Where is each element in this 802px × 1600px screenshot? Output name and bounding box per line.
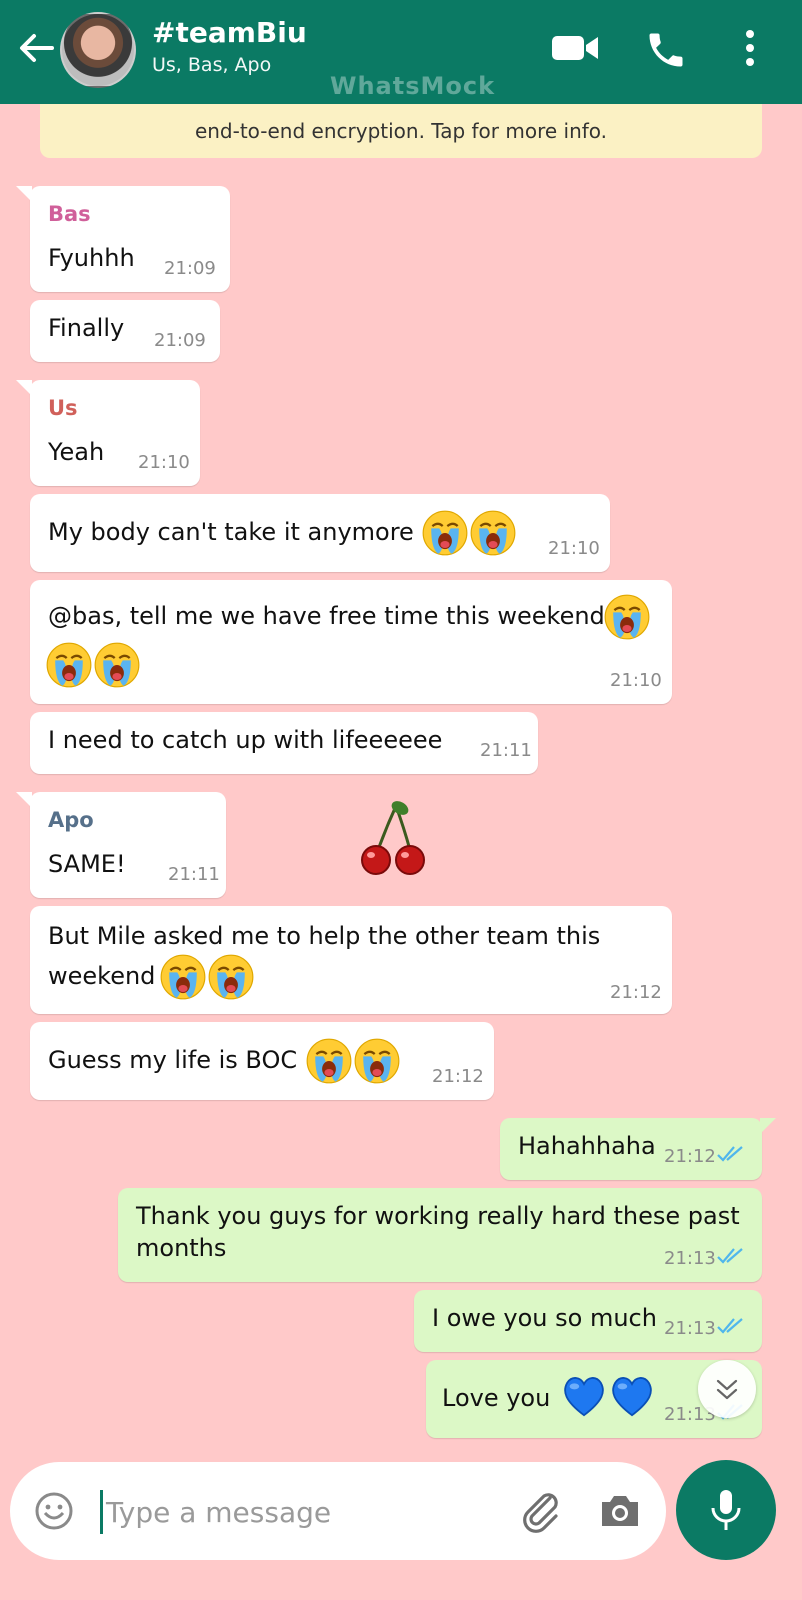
sender-name: Apo [48,808,94,832]
blue-heart-icon [564,1377,604,1417]
message-time: 21:11 [480,740,532,761]
camera-icon[interactable] [598,1492,642,1530]
message-text: Yeah [48,438,105,466]
message-bubble[interactable]: Guess my life is BOC 21:12 [30,1022,494,1100]
read-ticks-icon [717,1318,743,1334]
double-chevron-down-icon [716,1379,738,1400]
chat-header: #teamBiu Us, Bas, Apo WhatsMock [0,0,802,104]
message-bubble[interactable]: Bas Fyuhhh 21:09 [16,186,230,292]
message-text: @bas, tell me we have free time this wee… [48,602,605,630]
encryption-notice-text: end-to-end encryption. Tap for more info… [194,119,608,143]
message-input[interactable]: Type a message [106,1496,331,1529]
chat-title[interactable]: #teamBiu [152,16,307,49]
message-text: Guess my life is BOC [48,1046,298,1074]
blue-heart-icon [612,1377,652,1417]
sender-name: Us [48,396,78,420]
crying-face-icon [422,510,468,556]
encryption-notice[interactable]: end-to-end encryption. Tap for more info… [40,104,762,158]
message-time: 21:09 [154,330,206,351]
group-avatar[interactable] [60,12,136,88]
attach-icon[interactable] [518,1488,564,1534]
message-text-line1: But Mile asked me to help the other team… [48,922,601,950]
message-bubble[interactable]: My body can't take it anymore 21:10 [30,494,610,572]
scroll-to-bottom-button[interactable] [698,1360,756,1418]
crying-face-icon [604,594,650,640]
message-time: 21:13 [664,1248,716,1269]
read-ticks-icon [717,1146,743,1162]
emoji-icon[interactable] [34,1491,74,1531]
message-time: 21:13 [664,1318,716,1339]
crying-face-icon [306,1038,352,1084]
message-text: I need to catch up with lifeeeeee [48,726,443,754]
message-time: 21:12 [432,1066,484,1087]
message-time: 21:10 [138,452,190,473]
message-time: 21:09 [164,258,216,279]
message-time: 21:11 [168,864,220,885]
chat-members[interactable]: Us, Bas, Apo [152,54,271,76]
message-text: Love you [442,1384,551,1412]
message-bubble[interactable]: I need to catch up with lifeeeeee 21:11 [30,712,538,774]
message-composer: Type a message [10,1462,666,1560]
message-bubble[interactable]: Us Yeah 21:10 [16,380,200,486]
message-time: 21:10 [548,538,600,559]
text-caret [100,1490,103,1534]
crying-face-icon [354,1038,400,1084]
message-bubble[interactable]: Finally 21:09 [30,300,220,362]
more-options-icon[interactable] [744,28,756,68]
message-text-line1: Thank you guys for working really hard t… [136,1202,740,1230]
message-text: SAME! [48,850,126,878]
message-bubble-outgoing[interactable]: Hahahhaha 21:12 [500,1118,776,1180]
microphone-icon [711,1490,741,1530]
read-ticks-icon [717,1248,743,1264]
message-bubble[interactable]: @bas, tell me we have free time this wee… [30,580,672,704]
message-bubble[interactable]: Apo SAME! 21:11 [16,792,226,898]
watermark: WhatsMock [330,72,496,100]
voice-call-icon[interactable] [644,28,688,72]
message-time: 21:12 [664,1146,716,1167]
video-call-icon[interactable] [550,28,600,68]
message-text: Finally [48,314,125,342]
crying-face-icon [94,642,140,688]
message-text: Hahahhaha [518,1132,656,1160]
message-text-line2: months [136,1234,227,1262]
back-arrow-icon[interactable] [16,28,56,68]
message-time: 21:10 [610,670,662,691]
message-text: I owe you so much [432,1304,657,1332]
message-bubble[interactable]: But Mile asked me to help the other team… [30,906,672,1014]
message-text-line2: weekend [48,962,156,990]
message-bubble-outgoing[interactable]: Thank you guys for working really hard t… [118,1188,762,1282]
crying-face-icon [46,642,92,688]
voice-message-button[interactable] [676,1460,776,1560]
message-bubble-outgoing[interactable]: I owe you so much 21:13 [414,1290,762,1352]
sender-name: Bas [48,202,91,226]
message-time: 21:12 [610,982,662,1003]
message-text: My body can't take it anymore [48,518,414,546]
crying-face-icon [470,510,516,556]
message-text: Fyuhhh [48,244,135,272]
crying-face-icon [160,954,206,1000]
cherry-sticker-icon [361,801,425,875]
crying-face-icon [208,954,254,1000]
